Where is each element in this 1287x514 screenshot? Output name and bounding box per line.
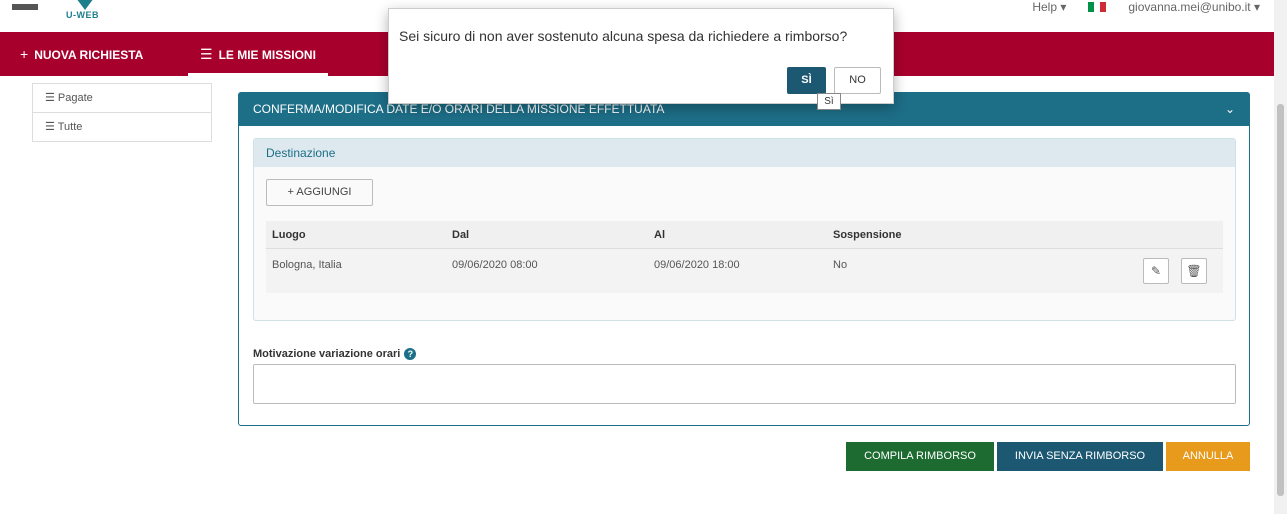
yes-tooltip: Sì (817, 93, 841, 110)
nav-new-request[interactable]: + NUOVA RICHIESTA (8, 32, 155, 76)
scrollbar-thumb[interactable] (1277, 104, 1284, 496)
user-menu[interactable]: giovanna.mei@unibo.it ▾ (1128, 0, 1260, 14)
send-without-refund-button[interactable]: INVIA SENZA RIMBORSO (997, 442, 1163, 471)
compile-refund-button[interactable]: COMPILA RIMBORSO (846, 442, 994, 471)
column-header-luogo: Luogo (272, 229, 306, 241)
add-destination-button[interactable]: + AGGIUNGI (266, 179, 373, 206)
delete-trash-icon[interactable]: 🗑 (1181, 258, 1207, 284)
list-icon: ☰ (45, 92, 58, 104)
uweb-logo[interactable]: U-WEB (66, 0, 116, 26)
motivation-label: Motivazione variazione orari? (253, 348, 417, 360)
list-icon: ☰ (45, 121, 58, 133)
list-icon: ☰ (200, 46, 213, 62)
language-flag-icon[interactable] (1088, 2, 1107, 12)
destination-table: Luogo Dal Al Sospensione Bologna, Italia… (266, 221, 1223, 293)
nav-my-missions[interactable]: ☰ LE MIE MISSIONI (188, 32, 328, 76)
mission-panel: CONFERMA/MODIFICA DATE E/O ORARI DELLA M… (238, 92, 1250, 426)
column-header-al: Al (654, 229, 665, 241)
side-menu-item-tutte[interactable]: ☰ Tutte (33, 112, 211, 141)
motivation-textarea[interactable] (253, 364, 1236, 404)
hamburger-menu-icon[interactable] (12, 0, 38, 16)
cell-luogo: Bologna, Italia (272, 259, 342, 271)
side-menu: ☰ Pagate ☰ Tutte (32, 83, 212, 142)
column-header-sospensione: Sospensione (833, 229, 902, 241)
help-question-icon[interactable]: ? (404, 348, 417, 360)
help-menu[interactable]: Help ▾ (1032, 0, 1066, 14)
table-row: Bologna, Italia 09/06/2020 08:00 09/06/2… (266, 249, 1223, 293)
confirm-yes-button[interactable]: SÌ (787, 67, 826, 94)
destination-title: Destinazione (254, 139, 1235, 167)
chevron-down-icon[interactable]: ⌄ (1225, 93, 1235, 126)
top-right-menu: Help ▾ giovanna.mei@unibo.it ▾ (1032, 0, 1260, 14)
plus-icon: + (20, 46, 29, 62)
cell-al: 09/06/2020 18:00 (654, 259, 740, 271)
destination-section: Destinazione + AGGIUNGI Luogo Dal Al Sos… (253, 138, 1236, 321)
page-scrollbar[interactable] (1274, 0, 1287, 514)
confirm-no-button[interactable]: NO (834, 67, 881, 94)
column-header-dal: Dal (452, 229, 470, 241)
edit-pencil-icon[interactable]: ✎ (1143, 258, 1169, 284)
cell-sospensione: No (833, 259, 848, 271)
cancel-button[interactable]: ANNULLA (1166, 442, 1250, 471)
side-menu-item-pagate[interactable]: ☰ Pagate (33, 83, 211, 112)
confirm-dialog: Sei sicuro di non aver sostenuto alcuna … (388, 8, 894, 104)
dialog-message: Sei sicuro di non aver sostenuto alcuna … (399, 28, 848, 44)
cell-dal: 09/06/2020 08:00 (452, 259, 538, 271)
table-header-row: Luogo Dal Al Sospensione (266, 221, 1223, 249)
